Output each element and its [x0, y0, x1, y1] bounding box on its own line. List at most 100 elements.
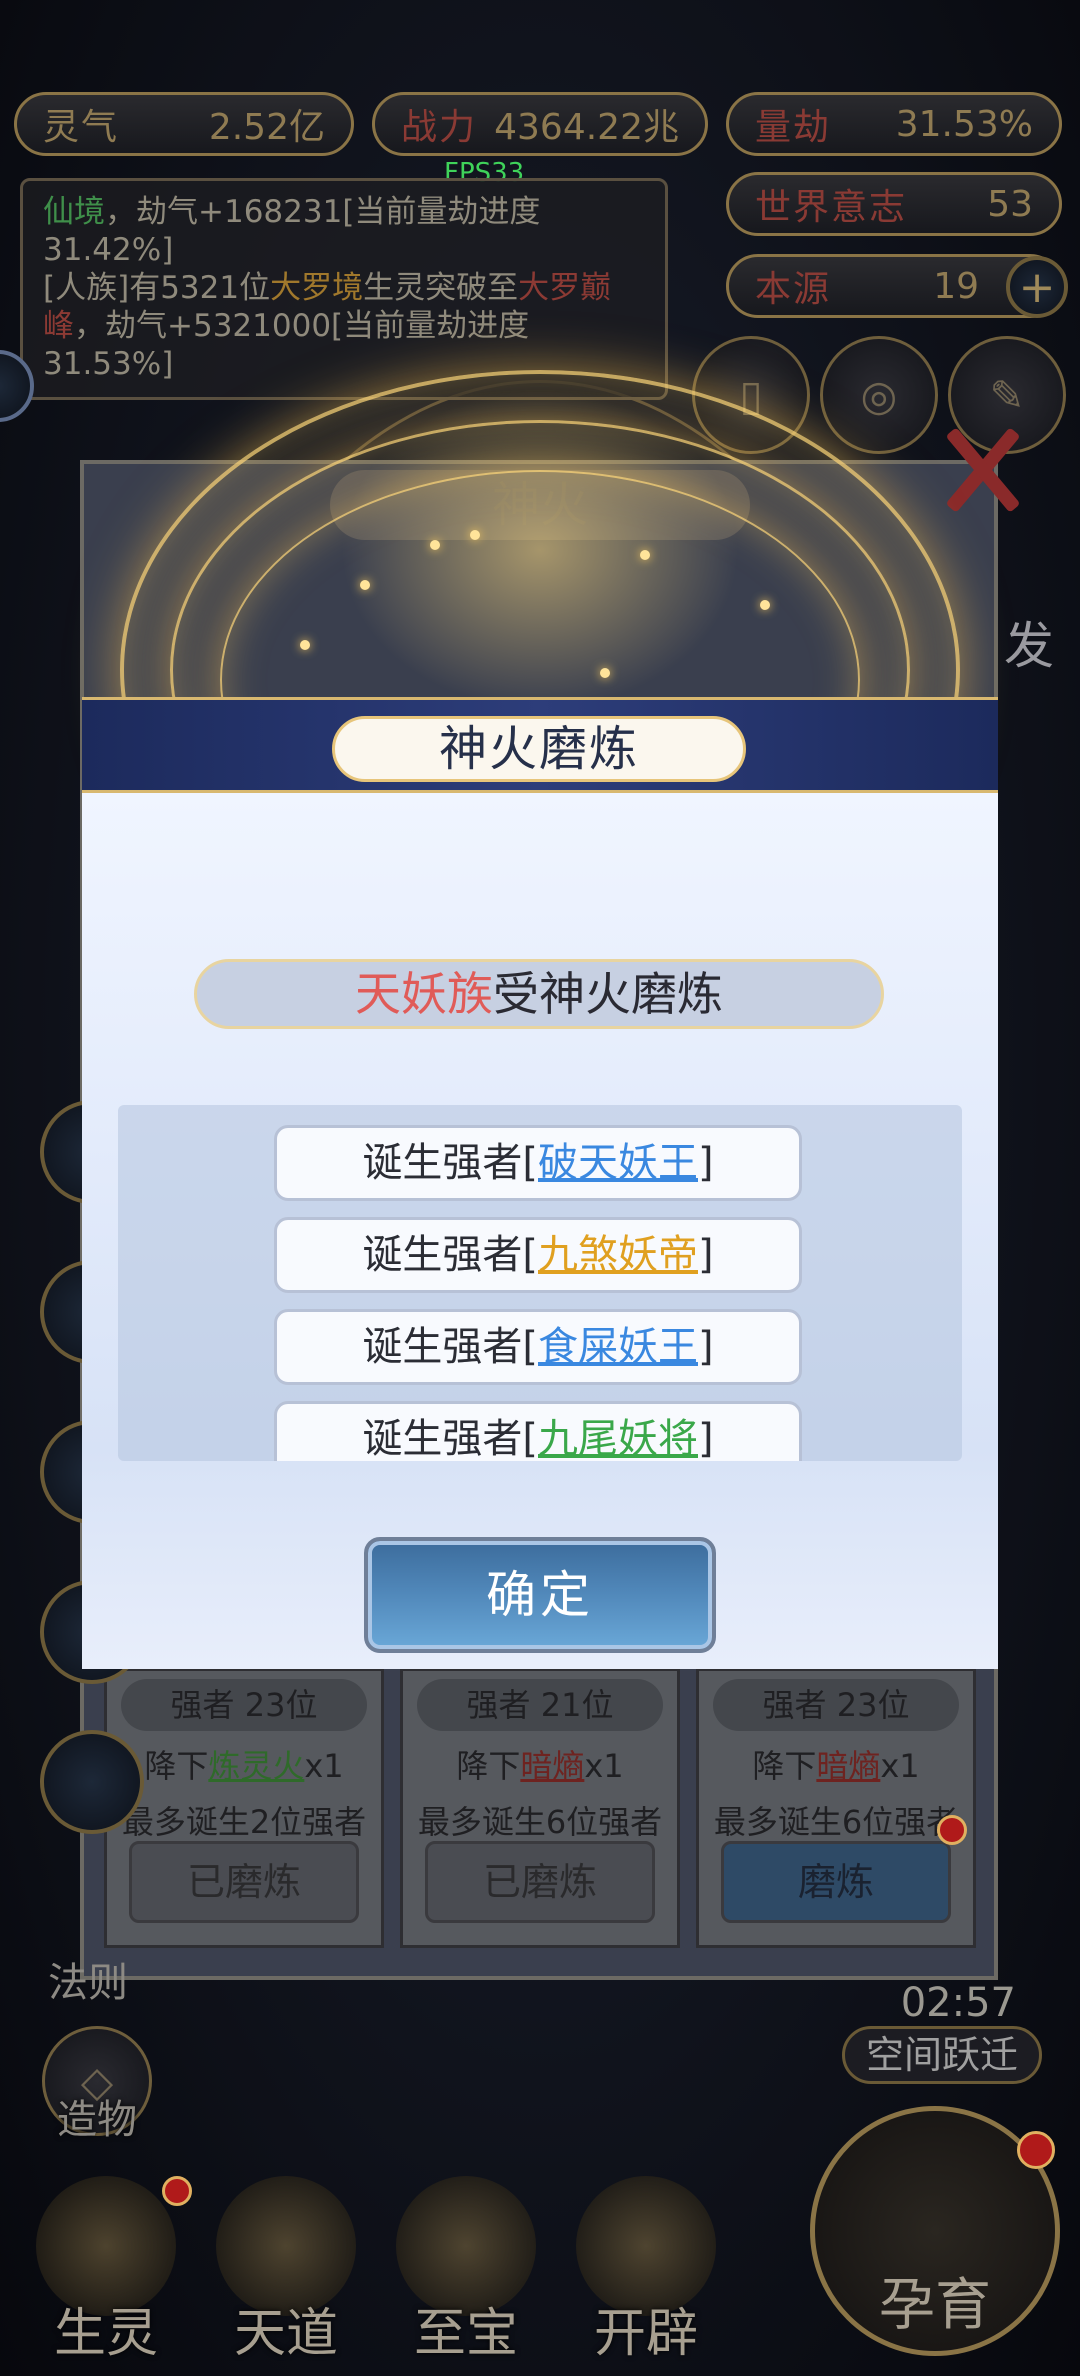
space-leap-button[interactable]: 空间跃迁 — [842, 2026, 1042, 2084]
nav-yunyu[interactable]: 孕育 — [810, 2106, 1060, 2356]
zaowu-button[interactable]: ◇ 造物 — [42, 2026, 152, 2143]
card-drop-prefix: 降下 — [144, 1747, 209, 1785]
nav-label: 孕育 — [879, 2273, 991, 2338]
log-line2-prefix: [人族]有5321位 — [43, 270, 271, 306]
card-drop-line: 降下暗熵x1 — [699, 1741, 973, 1787]
confirm-button[interactable]: 确定 — [364, 1537, 716, 1653]
card-header: 强者 23位 — [121, 1679, 367, 1731]
card-drop-prefix: 降下 — [456, 1747, 521, 1785]
item-prefix: 诞生强者[ — [362, 1140, 538, 1186]
hero-name-link[interactable]: 食屎妖王 — [538, 1324, 698, 1370]
nav-label: 天道 — [233, 2304, 338, 2364]
zhanli-label: 战力 — [401, 107, 478, 148]
modal-subtitle: 天妖族受神火磨炼 — [194, 959, 884, 1029]
log-realm-daluo: 大罗境 — [270, 270, 364, 306]
notification-dot — [937, 1815, 967, 1845]
card-drop-line: 降下暗熵x1 — [403, 1741, 677, 1787]
zhanli-pill: 战力 4364.22兆 — [372, 92, 708, 156]
benyuan-value: 19 — [933, 265, 979, 307]
card-train-button[interactable]: 磨炼 — [721, 1841, 951, 1923]
bottom-nav: 生灵 天道 至宝 开辟 孕育 — [0, 2106, 1080, 2376]
card-drop-item[interactable]: 暗熵 — [520, 1747, 584, 1785]
lingqi-label: 灵气 — [43, 107, 120, 148]
subtitle-text: 受神火磨炼 — [493, 967, 723, 1021]
nav-label: 生灵 — [53, 2304, 158, 2364]
item-prefix: 诞生强者[ — [362, 1416, 538, 1461]
nav-tiandao[interactable]: 天道 — [196, 2166, 376, 2366]
notification-dot — [1017, 2131, 1055, 2169]
log-line2-mid: 生灵突破至 — [363, 270, 519, 306]
side-menu-button[interactable] — [40, 1730, 144, 1834]
bg-card-3: 强者 23位 降下暗熵x1 最多诞生6位强者 磨炼 — [696, 1668, 976, 1948]
modal-title: 神火磨炼 — [332, 716, 746, 782]
lingqi-value: 2.52亿 — [208, 107, 325, 148]
add-benyuan-button[interactable]: + — [1006, 256, 1068, 318]
card-limit: 最多诞生6位强者 — [713, 1803, 959, 1841]
list-item[interactable]: 诞生强者[食屎妖王] — [274, 1309, 802, 1385]
star-icon — [300, 640, 310, 650]
background-side-label: 发 — [1004, 617, 1054, 675]
liangjie-pill: 量劫 31.53% — [726, 92, 1062, 156]
item-suffix: ] — [698, 1416, 714, 1461]
list-item[interactable]: 诞生强者[破天妖王] — [274, 1125, 802, 1201]
liangjie-value: 31.53% — [895, 103, 1033, 145]
item-suffix: ] — [698, 1140, 714, 1186]
star-icon — [600, 668, 610, 678]
card-header: 强者 23位 — [713, 1679, 959, 1731]
star-icon — [640, 550, 650, 560]
bg-card-2: 强者 21位 降下暗熵x1 最多诞生6位强者 已磨炼 — [400, 1668, 680, 1948]
lingqi-pill: 灵气 2.52亿 — [14, 92, 354, 156]
world-will-value: 53 — [987, 183, 1033, 225]
log-line1-text: ，劫气+168231[当前量劫进度31.42%] — [43, 194, 541, 268]
card-train-button[interactable]: 已磨炼 — [129, 1841, 359, 1923]
nav-shengling[interactable]: 生灵 — [16, 2166, 196, 2366]
card-train-button[interactable]: 已磨炼 — [425, 1841, 655, 1923]
card-limit: 最多诞生2位强者 — [121, 1803, 367, 1841]
list-item[interactable]: 诞生强者[九尾妖将] — [274, 1401, 802, 1461]
vortex-icon-button[interactable]: ◎ — [820, 336, 938, 454]
item-suffix: ] — [698, 1232, 714, 1278]
star-icon — [470, 530, 480, 540]
hero-name-link[interactable]: 破天妖王 — [538, 1140, 698, 1186]
card-drop-item[interactable]: 炼灵火 — [208, 1747, 304, 1785]
zaowu-label: 造物 — [57, 2097, 137, 2143]
zhanli-value: 4364.22兆 — [494, 107, 679, 148]
star-icon — [760, 600, 770, 610]
world-will-label: 世界意志 — [755, 187, 908, 228]
event-log: 仙境，劫气+168231[当前量劫进度31.42%] [人族]有5321位大罗境… — [20, 178, 668, 400]
world-will-pill: 世界意志 53 — [726, 172, 1062, 236]
nav-zhibao[interactable]: 至宝 — [376, 2166, 556, 2366]
side-label-faze[interactable]: 法则 — [48, 1950, 128, 2008]
card-drop-line: 降下炼灵火x1 — [107, 1741, 381, 1787]
list-item[interactable]: 诞生强者[九煞妖帝] — [274, 1217, 802, 1293]
leap-timer: 02:57 — [900, 1980, 1016, 2026]
liangjie-label: 量劫 — [755, 107, 832, 148]
star-icon — [430, 540, 440, 550]
plus-icon: + — [1018, 261, 1056, 313]
card-drop-suffix: x1 — [584, 1747, 624, 1785]
card-header: 强者 21位 — [417, 1679, 663, 1731]
card-drop-item[interactable]: 暗熵 — [816, 1747, 880, 1785]
card-drop-suffix: x1 — [304, 1747, 344, 1785]
benyuan-label: 本源 — [755, 269, 832, 310]
item-prefix: 诞生强者[ — [362, 1232, 538, 1278]
nav-kaipi[interactable]: 开辟 — [556, 2166, 736, 2366]
race-name: 天妖族 — [355, 967, 493, 1021]
nav-label: 至宝 — [413, 2304, 518, 2364]
close-icon[interactable] — [936, 420, 1026, 520]
card-limit: 最多诞生6位强者 — [417, 1803, 663, 1841]
item-prefix: 诞生强者[ — [362, 1324, 538, 1370]
divine-fire-modal: 神火磨炼 天妖族受神火磨炼 诞生强者[破天妖王] 诞生强者[九煞妖帝] 诞生强者… — [82, 697, 998, 1669]
card-drop-suffix: x1 — [880, 1747, 920, 1785]
hero-name-link[interactable]: 九尾妖将 — [538, 1416, 698, 1461]
notification-dot — [162, 2176, 192, 2206]
card-drop-prefix: 降下 — [752, 1747, 817, 1785]
log-realm: 仙境 — [43, 194, 105, 230]
bg-card-1: 强者 23位 降下炼灵火x1 最多诞生2位强者 已磨炼 — [104, 1668, 384, 1948]
hero-name-link[interactable]: 九煞妖帝 — [538, 1232, 698, 1278]
log-line2-text: ，劫气+5321000[当前量劫进度31.53%] — [43, 308, 530, 382]
item-suffix: ] — [698, 1324, 714, 1370]
result-list[interactable]: 诞生强者[破天妖王] 诞生强者[九煞妖帝] 诞生强者[食屎妖王] 诞生强者[九尾… — [118, 1105, 962, 1461]
modal-body: 天妖族受神火磨炼 诞生强者[破天妖王] 诞生强者[九煞妖帝] 诞生强者[食屎妖王… — [82, 793, 998, 1669]
nav-label: 开辟 — [593, 2304, 698, 2364]
